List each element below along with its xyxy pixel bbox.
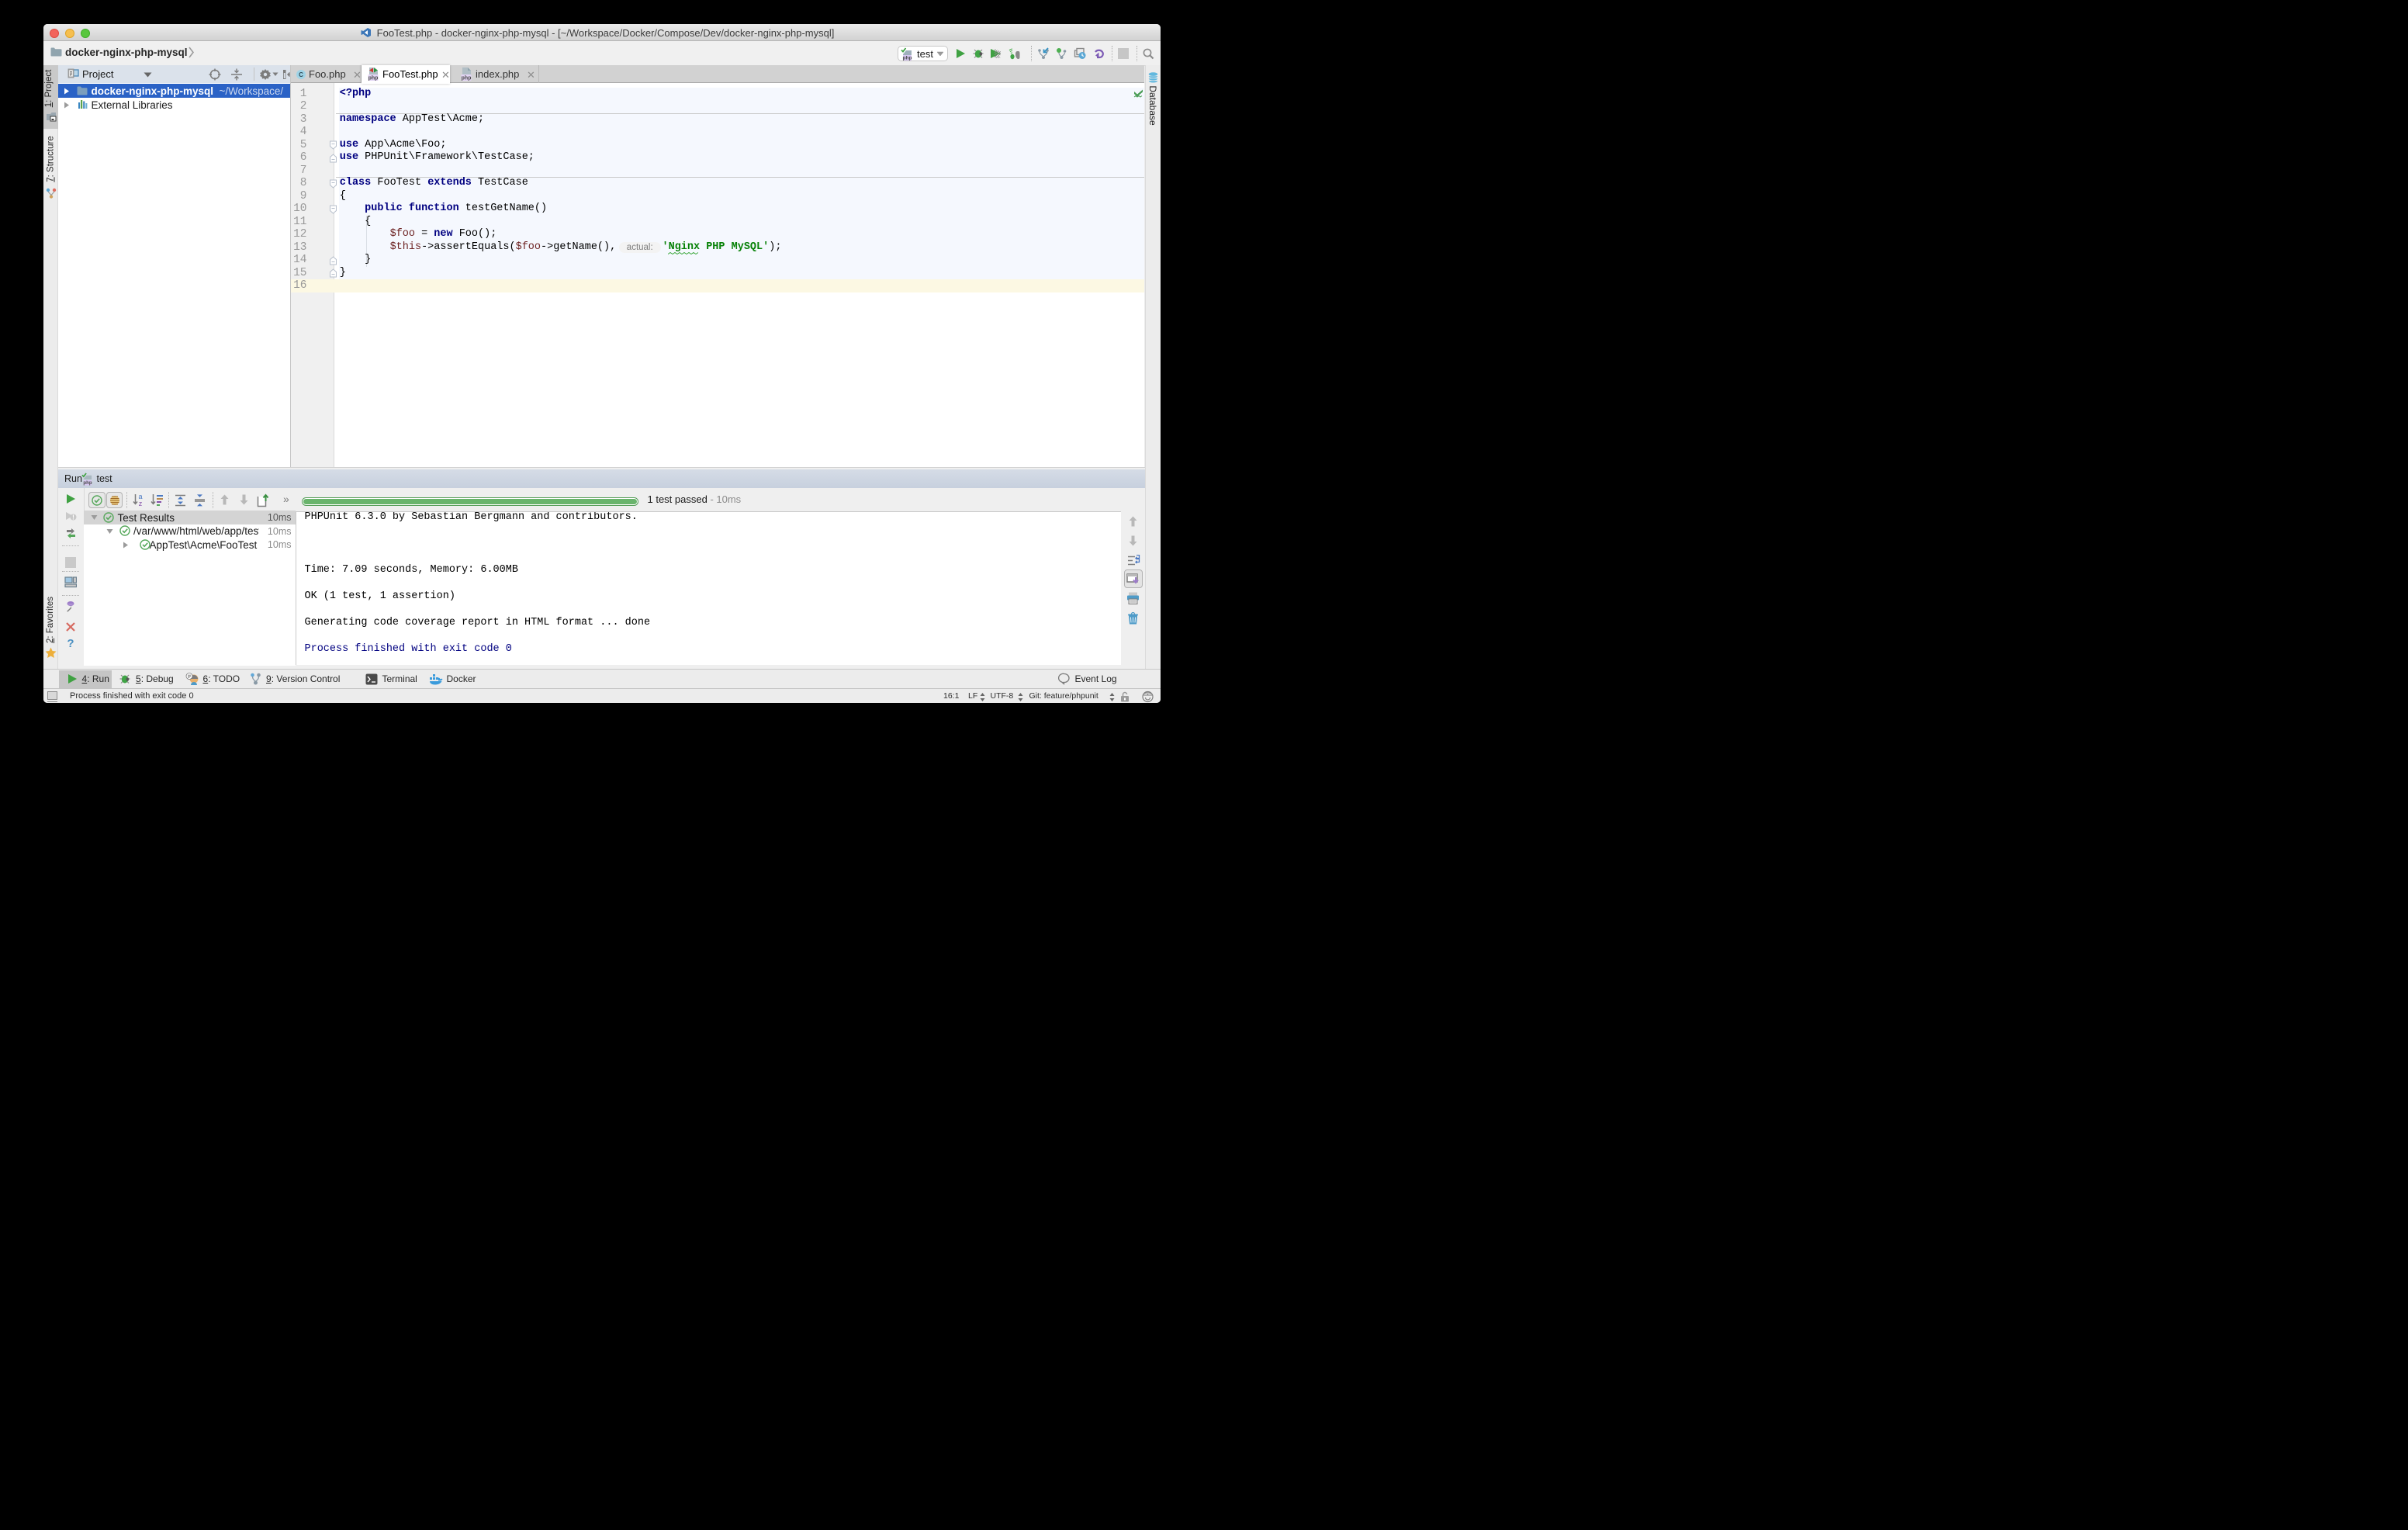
- svg-text:php: php: [903, 56, 912, 61]
- svg-text:php: php: [462, 75, 472, 81]
- svg-text:php: php: [368, 75, 379, 81]
- svg-text:php: php: [83, 480, 92, 486]
- svg-text:!: !: [72, 514, 74, 521]
- svg-text:z: z: [138, 500, 142, 507]
- svg-text:C: C: [299, 71, 303, 78]
